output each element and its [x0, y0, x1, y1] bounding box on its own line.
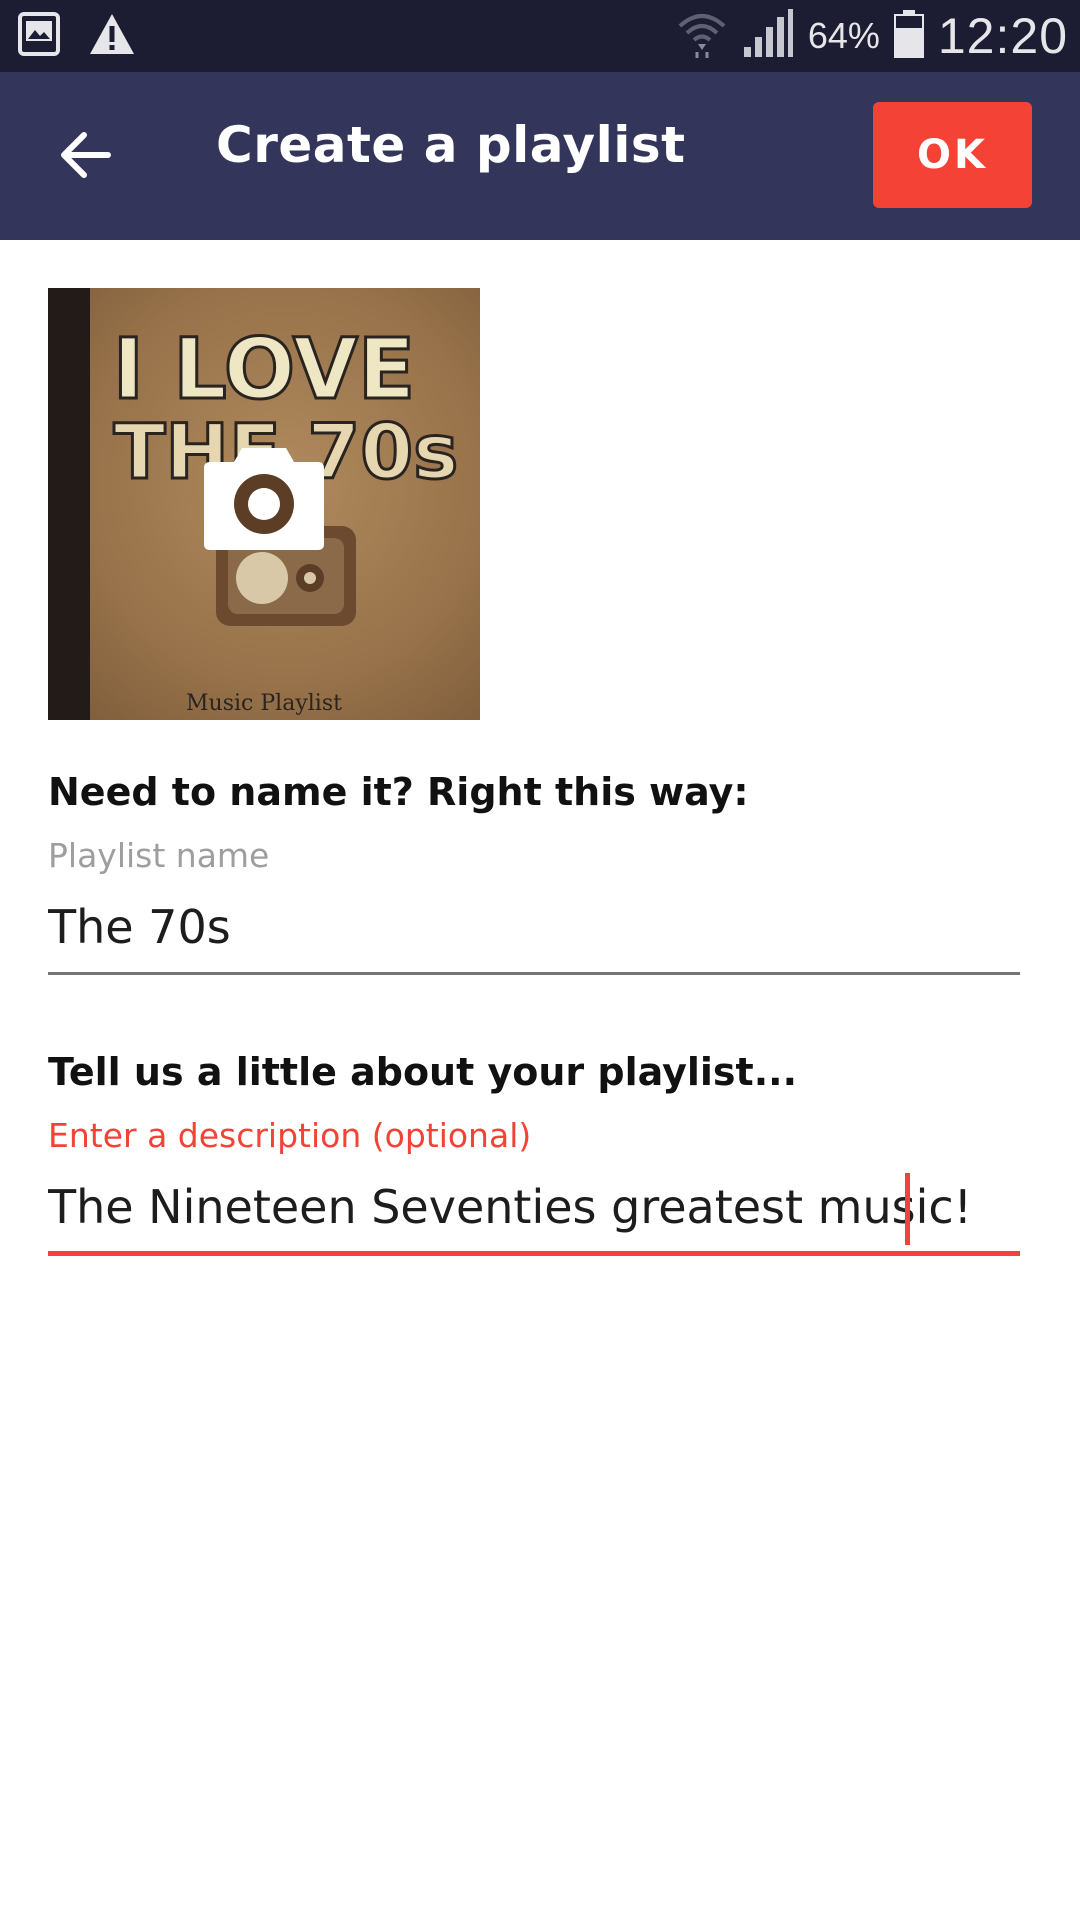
- clock: 12:20: [937, 8, 1068, 64]
- cover-line1: I LOVE: [113, 320, 416, 418]
- arrow-back-icon: [58, 130, 112, 184]
- battery-percent: 64%: [807, 15, 880, 56]
- text-cursor: [905, 1173, 910, 1245]
- battery-icon: [893, 10, 924, 62]
- gallery-icon: [18, 12, 60, 60]
- playlist-name-label: Playlist name: [48, 836, 270, 875]
- wifi-icon: [676, 8, 728, 64]
- status-bar: 64% 12:20: [0, 0, 1080, 72]
- back-button[interactable]: [40, 112, 130, 202]
- camera-icon[interactable]: [204, 444, 324, 552]
- signal-icon: [742, 9, 794, 63]
- playlist-name-underline: [48, 972, 1020, 975]
- name-section-heading: Need to name it? Right this way:: [48, 770, 749, 814]
- description-input[interactable]: [48, 1176, 1020, 1238]
- description-section-heading: Tell us a little about your playlist...: [48, 1050, 798, 1094]
- warning-icon: [88, 12, 136, 60]
- ok-button[interactable]: OK: [873, 102, 1032, 208]
- description-label: Enter a description (optional): [48, 1116, 532, 1155]
- description-underline: [48, 1251, 1020, 1256]
- page-title: Create a playlist: [216, 116, 686, 174]
- cover-caption: Music Playlist: [186, 691, 342, 716]
- app-bar: Create a playlist OK: [0, 72, 1080, 240]
- playlist-name-input[interactable]: [48, 896, 1020, 958]
